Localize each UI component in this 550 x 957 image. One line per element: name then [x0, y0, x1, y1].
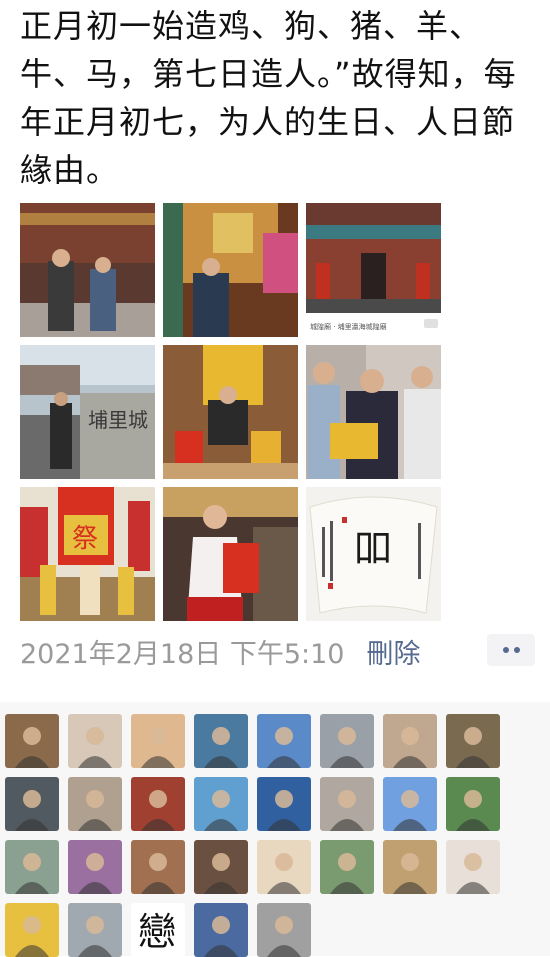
avatar-image [320, 777, 374, 831]
photo-parade-banners[interactable]: 祭 [20, 487, 155, 621]
delete-button[interactable]: 刪除 [366, 632, 420, 671]
photo-temple-building[interactable]: 城隍廟 · 埔里瀛海城隍廟 [306, 203, 441, 337]
avatar-image [446, 714, 500, 768]
more-options-button[interactable] [487, 634, 535, 666]
liker-avatar[interactable] [194, 714, 248, 768]
liker-avatar[interactable] [320, 840, 374, 894]
avatar-image [320, 840, 374, 894]
photo-altar-man-image [163, 203, 298, 337]
avatar-image [5, 903, 59, 957]
liker-avatar[interactable] [131, 777, 185, 831]
calligraphy-text: 吅 [354, 526, 392, 570]
likes-panel: 戀 [0, 702, 550, 957]
liker-avatar[interactable] [257, 903, 311, 957]
more-dot-icon [513, 647, 520, 653]
photo-calligraphy-fan-image: 吅 [306, 487, 441, 621]
liker-avatar[interactable] [446, 840, 500, 894]
avatar-image [383, 777, 437, 831]
liker-avatar[interactable] [131, 840, 185, 894]
liker-avatar[interactable] [320, 714, 374, 768]
liker-avatar[interactable] [68, 777, 122, 831]
photo-calligraphy-fan[interactable]: 吅 [306, 487, 441, 621]
avatar-image [257, 840, 311, 894]
avatar-image [446, 777, 500, 831]
photo-temple-building-image: 城隍廟 · 埔里瀛海城隍廟 [306, 203, 441, 337]
liker-avatar[interactable] [194, 777, 248, 831]
photo-stone-sign-image: 埔里城 [20, 345, 155, 479]
liker-avatar[interactable] [383, 714, 437, 768]
avatar-image [5, 840, 59, 894]
liker-avatar[interactable] [383, 840, 437, 894]
photo-three-men-image [306, 345, 441, 479]
avatar-image [5, 777, 59, 831]
photo-altar-man[interactable] [163, 203, 298, 337]
sign-text: 埔里城 [88, 408, 148, 432]
photo-gift-boxes-image [163, 345, 298, 479]
photo-caption: 城隍廟 · 埔里瀛海城隍廟 [310, 322, 387, 331]
more-dot-icon [502, 647, 509, 653]
avatar-image [68, 903, 122, 957]
avatar-image [131, 840, 185, 894]
avatar-image [446, 840, 500, 894]
avatar-image [131, 777, 185, 831]
photo-grid: 城隍廟 · 埔里瀛海城隍廟 埔里城 祭 吅 [20, 203, 441, 621]
photo-woman-host-image [163, 487, 298, 621]
avatar-image [131, 714, 185, 768]
liker-avatar[interactable]: 戀 [131, 903, 185, 957]
liker-avatar[interactable] [5, 714, 59, 768]
liker-avatar[interactable] [194, 903, 248, 957]
photo-woman-host[interactable] [163, 487, 298, 621]
liker-avatar[interactable] [194, 840, 248, 894]
liker-avatar[interactable] [257, 840, 311, 894]
avatar-image [194, 777, 248, 831]
avatar-image [257, 777, 311, 831]
avatar-image [194, 714, 248, 768]
photo-temple-couple-image [20, 203, 155, 337]
liker-avatar[interactable] [68, 840, 122, 894]
avatar-image [320, 714, 374, 768]
liker-avatar[interactable] [446, 777, 500, 831]
liker-avatar[interactable] [257, 777, 311, 831]
post-meta-row: 2021年2月18日 下午5:10 刪除 [20, 631, 543, 671]
liker-avatar[interactable] [383, 777, 437, 831]
avatar-image [383, 840, 437, 894]
photo-parade-banners-image: 祭 [20, 487, 155, 621]
liker-avatar[interactable] [5, 840, 59, 894]
photo-stone-sign[interactable]: 埔里城 [20, 345, 155, 479]
liker-avatar[interactable] [68, 903, 122, 957]
avatar-image [257, 714, 311, 768]
avatar-image [194, 840, 248, 894]
liker-avatar[interactable] [5, 777, 59, 831]
avatar-glyph: 戀 [138, 910, 176, 954]
avatar-image [68, 777, 122, 831]
avatar-image [383, 714, 437, 768]
avatar-image [194, 903, 248, 957]
liker-avatar-grid: 戀 [5, 714, 500, 957]
liker-avatar[interactable] [68, 714, 122, 768]
avatar-image [257, 903, 311, 957]
banner-text: 祭 [72, 524, 98, 554]
liker-avatar[interactable] [257, 714, 311, 768]
post-timestamp: 2021年2月18日 下午5:10 [20, 638, 345, 670]
avatar-image: 戀 [131, 903, 185, 957]
liker-avatar[interactable] [131, 714, 185, 768]
photo-three-men[interactable] [306, 345, 441, 479]
avatar-image [5, 714, 59, 768]
photo-temple-couple[interactable] [20, 203, 155, 337]
post-text: 正月初一始造鸡、狗、猪、羊、牛、马，第七日造人。”故得知，每年正月初七，为人的生… [20, 7, 517, 189]
photo-gift-boxes[interactable] [163, 345, 298, 479]
avatar-image [68, 714, 122, 768]
liker-avatar[interactable] [320, 777, 374, 831]
avatar-image [68, 840, 122, 894]
liker-avatar[interactable] [446, 714, 500, 768]
liker-avatar[interactable] [5, 903, 59, 957]
